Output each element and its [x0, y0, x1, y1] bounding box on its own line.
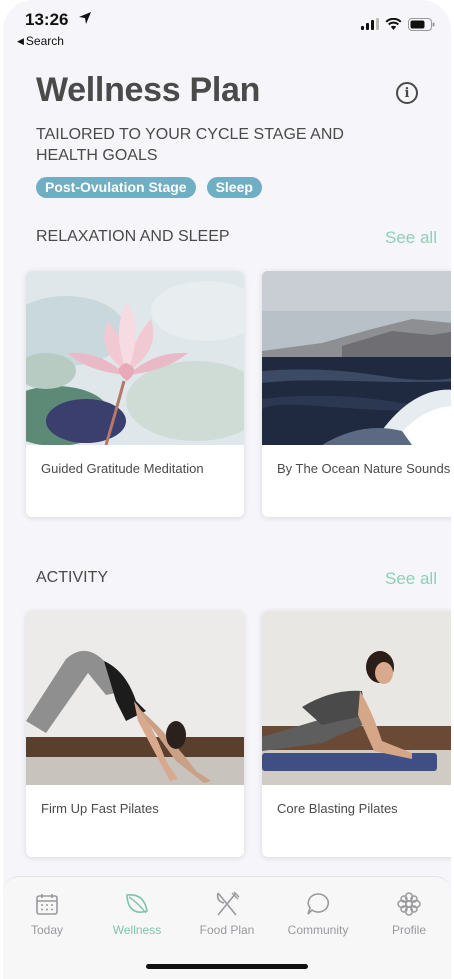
card-title: Guided Gratitude Meditation	[41, 461, 204, 476]
content-card[interactable]: Firm Up Fast Pilates	[26, 611, 244, 857]
section-title-relaxation: RELAXATION AND SLEEP	[36, 228, 230, 245]
content-card[interactable]: Core Blasting Pilates	[262, 611, 451, 857]
tab-profile[interactable]: Profile	[369, 889, 449, 937]
calendar-icon	[36, 894, 58, 915]
info-icon: i	[404, 85, 410, 101]
signal-icon	[361, 18, 379, 30]
flower-icon	[397, 892, 421, 916]
lotus-flower-image	[26, 271, 244, 445]
battery-icon	[408, 17, 435, 31]
tab-community[interactable]: Community	[278, 889, 358, 937]
downward-dog-pose-image	[26, 611, 244, 785]
app-screen: 13:26 ◀ Search Wellness Plan i TAILORED …	[3, 0, 451, 979]
plank-pose-image	[262, 611, 451, 785]
tab-wellness[interactable]: Wellness	[97, 889, 177, 937]
tab-label: Profile	[391, 923, 426, 937]
tag-list: Post-Ovulation Stage Sleep	[36, 177, 262, 198]
see-all-relaxation-link[interactable]: See all	[385, 228, 437, 248]
tab-label: Wellness	[112, 923, 162, 937]
see-all-activity-link[interactable]: See all	[385, 569, 437, 589]
page-title: Wellness Plan	[36, 71, 261, 109]
wifi-icon	[385, 18, 402, 30]
content-card[interactable]: Guided Gratitude Meditation	[26, 271, 244, 517]
fork-knife-icon	[216, 891, 240, 916]
content-card[interactable]: By The Ocean Nature Sounds	[262, 271, 451, 517]
tab-label: Today	[30, 923, 64, 937]
card-title: Firm Up Fast Pilates	[41, 801, 159, 816]
back-to-search-link[interactable]: ◀ Search	[17, 34, 64, 48]
card-title: Core Blasting Pilates	[277, 801, 398, 816]
location-arrow-icon	[79, 12, 91, 24]
section-title-activity: ACTIVITY	[36, 569, 109, 586]
ocean-waves-image	[262, 271, 451, 445]
tab-today[interactable]: Today	[7, 889, 87, 937]
phone-frame: 13:26 ◀ Search Wellness Plan i TAILORED …	[0, 0, 454, 979]
chat-bubble-icon	[307, 893, 330, 915]
tab-label: Community	[287, 923, 349, 937]
tag-cycle-stage[interactable]: Post-Ovulation Stage	[36, 177, 196, 198]
status-time: 13:26	[25, 10, 69, 29]
tab-label: Food Plan	[199, 923, 255, 937]
status-bar: 13:26 ◀ Search	[3, 0, 451, 52]
page-subtitle: TAILORED TO YOUR CYCLE STAGE AND HEALTH …	[36, 126, 344, 164]
system-icons	[361, 16, 435, 32]
tag-goal[interactable]: Sleep	[206, 177, 262, 198]
home-indicator[interactable]	[146, 964, 308, 969]
leaf-icon	[126, 894, 148, 914]
tab-food-plan[interactable]: Food Plan	[187, 889, 267, 937]
back-triangle-icon: ◀	[17, 36, 24, 46]
card-title: By The Ocean Nature Sounds	[277, 461, 451, 476]
info-button[interactable]: i	[396, 82, 418, 104]
back-label: Search	[25, 34, 64, 48]
